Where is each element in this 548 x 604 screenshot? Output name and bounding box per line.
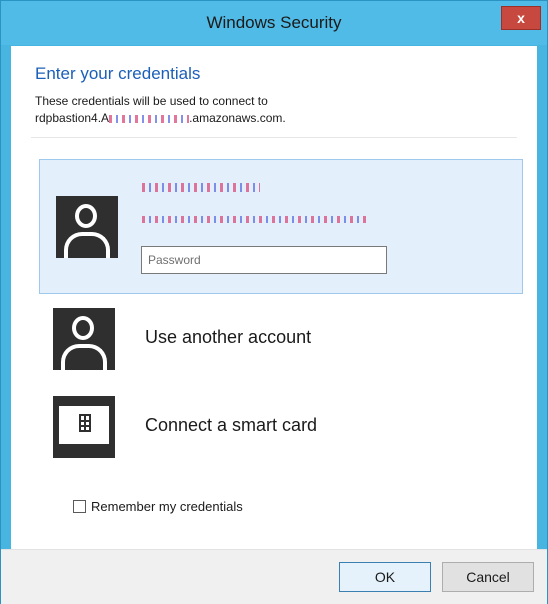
host-suffix: .amazonaws.com. [189, 111, 286, 125]
redacted-user-domain [142, 211, 366, 229]
smart-card-option[interactable]: Connect a smart card [53, 396, 513, 458]
selected-account-tile[interactable] [39, 159, 523, 294]
remember-credentials[interactable]: Remember my credentials [73, 499, 243, 514]
prompt-description: These credentials will be used to connec… [35, 93, 286, 127]
window-title: Windows Security [206, 13, 342, 32]
smart-card-icon [53, 396, 115, 458]
credential-dialog: Windows Security x Enter your credential… [0, 0, 548, 604]
host-prefix: rdpbastion4.A [35, 111, 110, 125]
prompt-heading: Enter your credentials [35, 64, 201, 83]
cancel-button[interactable]: Cancel [442, 562, 534, 592]
remember-checkbox[interactable] [73, 500, 86, 513]
button-bar: OK Cancel [1, 549, 547, 604]
user-avatar-icon [53, 308, 115, 370]
redacted-host-text [109, 114, 190, 123]
option-label: Connect a smart card [145, 415, 318, 435]
remember-label: Remember my credentials [91, 499, 243, 514]
dialog-content: Enter your credentials These credentials… [11, 46, 537, 550]
remote-host: rdpbastion4.A .amazonaws.com. [35, 111, 286, 125]
user-avatar-icon [56, 196, 118, 258]
password-input[interactable] [141, 246, 387, 274]
redacted-user-name [142, 179, 260, 197]
divider [31, 137, 517, 138]
close-button[interactable]: x [501, 6, 541, 30]
title-bar: Windows Security x [1, 1, 547, 45]
use-another-account-option[interactable]: Use another account [53, 308, 513, 370]
prompt-line: These credentials will be used to connec… [35, 94, 268, 108]
ok-button[interactable]: OK [339, 562, 431, 592]
option-label: Use another account [145, 327, 312, 347]
